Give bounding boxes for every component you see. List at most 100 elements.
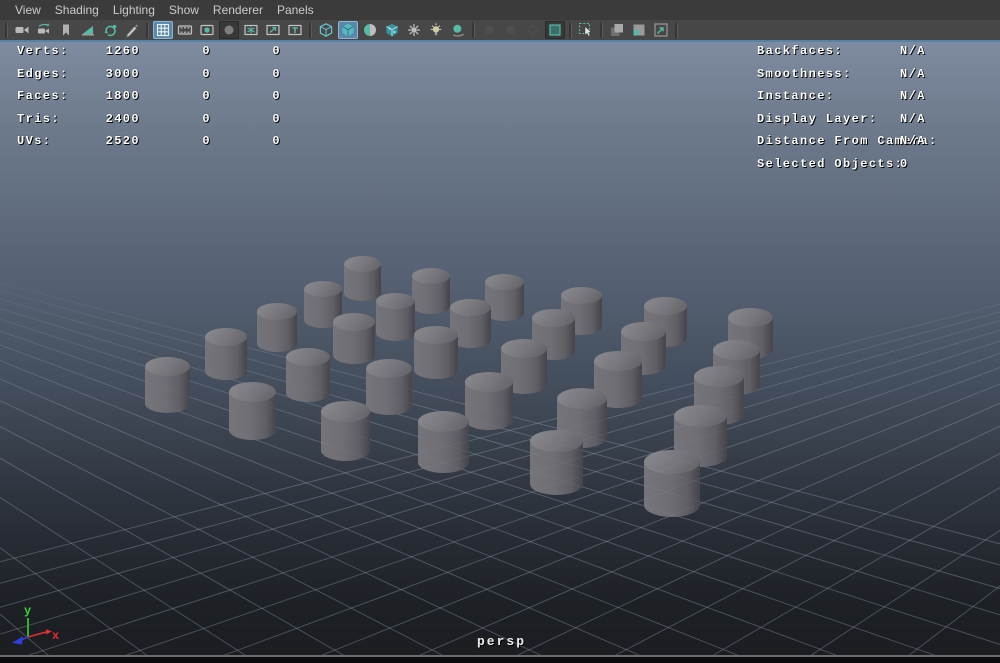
menu-item-panels[interactable]: Panels [270, 3, 321, 17]
cylinder-cap [366, 359, 412, 378]
cylinder-cap [343, 256, 381, 272]
safe-action-icon[interactable] [263, 21, 283, 39]
hud-row: Edges: 3000 0 0 [17, 67, 281, 90]
hud-stat-label: Faces: [17, 89, 69, 104]
cylinder-object[interactable] [375, 293, 415, 342]
camera-name-label: persp [477, 634, 527, 649]
cylinder-object[interactable] [228, 382, 276, 441]
window-bottom-edge [0, 657, 1000, 663]
toolbar-separator [309, 22, 312, 38]
hud-detail-label: Backfaces: [757, 44, 844, 58]
pan-zoom-icon[interactable] [100, 21, 120, 39]
x-axis-line [27, 631, 47, 638]
cylinder-cap [644, 450, 700, 474]
bookmark-icon[interactable] [56, 21, 76, 39]
film-gate-icon[interactable] [175, 21, 195, 39]
cylinder-cap [484, 274, 524, 290]
shadows-icon[interactable] [448, 21, 468, 39]
grid-toggle-icon[interactable] [153, 21, 173, 39]
toolbar-separator [146, 22, 149, 38]
safe-title-icon[interactable] [285, 21, 305, 39]
cylinder-cap [694, 366, 744, 387]
hud-detail-value: N/A [900, 111, 926, 126]
isolate-unselected-icon[interactable] [607, 21, 627, 39]
toolbar-separator [472, 22, 475, 38]
hud-row: Backfaces: N/A [757, 44, 926, 67]
hud-stat-value: 0 [202, 44, 211, 58]
hud-stat-value: 1800 [105, 89, 140, 104]
toolbar [0, 20, 1000, 42]
cylinder-object[interactable] [465, 372, 513, 431]
hud-stat-value: 0 [202, 66, 211, 81]
hud-row: Faces: 1800 0 0 [17, 89, 281, 112]
cylinder-cap [465, 372, 513, 392]
cylinder-cap [375, 293, 415, 309]
lighting-icon[interactable] [426, 21, 446, 39]
flat-shade-icon[interactable] [360, 21, 380, 39]
cylinder-object[interactable] [144, 357, 190, 414]
cylinder-cap [560, 287, 602, 304]
cylinder-object[interactable] [205, 328, 247, 381]
resolution-gate-icon[interactable] [197, 21, 217, 39]
smooth-shade-icon[interactable] [338, 21, 358, 39]
z-axis-arrow [12, 636, 23, 645]
cylinder-object[interactable] [333, 313, 375, 365]
menu-item-lighting[interactable]: Lighting [106, 3, 162, 17]
textured-icon[interactable] [382, 21, 402, 39]
cylinder-object[interactable] [257, 303, 297, 353]
image-plane-icon[interactable] [78, 21, 98, 39]
hud-row: Tris: 2400 0 0 [17, 112, 281, 135]
video-camera-icon[interactable] [12, 21, 32, 39]
y-axis-label: y [24, 604, 31, 618]
select-tool-icon[interactable] [576, 21, 596, 39]
menu-item-show[interactable]: Show [162, 3, 206, 17]
hud-stat-value: 3000 [105, 66, 140, 81]
cylinder-object[interactable] [286, 348, 330, 403]
hud-row: Instance: N/A [757, 89, 926, 112]
maya-viewport-window: View Shading Lighting Show Renderer Panels [0, 0, 1000, 663]
menu-item-view[interactable]: View [8, 3, 48, 17]
wireframe-icon[interactable] [316, 21, 336, 39]
cylinder-object[interactable] [644, 450, 700, 518]
view-axis-gizmo: y x [12, 604, 59, 645]
camera-attributes-icon[interactable] [34, 21, 54, 39]
zoom-region-icon[interactable] [651, 21, 671, 39]
cylinder-cap [712, 340, 760, 360]
hud-detail-value: N/A [900, 89, 926, 104]
cylinder-cap [620, 322, 666, 341]
hud-stat-value: 0 [202, 134, 211, 149]
renderer-option-icon-2 [501, 21, 521, 39]
x-axis-label: x [52, 629, 59, 643]
cylinder-cap [449, 299, 491, 316]
isolate-selected-icon[interactable] [629, 21, 649, 39]
cylinder-cap [594, 351, 642, 371]
hud-row: Distance From Camera: N/A [757, 134, 936, 157]
cylinder-object[interactable] [412, 268, 450, 315]
gate-mask-icon[interactable] [219, 21, 239, 39]
hud-stat-label: Tris: [17, 111, 61, 126]
cylinder-object[interactable] [414, 326, 458, 380]
hud-stat-value: 1260 [105, 44, 140, 58]
x-axis-arrow [46, 629, 52, 635]
grease-pencil-icon[interactable] [122, 21, 142, 39]
toolbar-separator [5, 22, 8, 38]
viewport-renderer-icon[interactable] [545, 21, 565, 39]
toolbar-separator [675, 22, 678, 38]
menu-item-renderer[interactable]: Renderer [206, 3, 270, 17]
cylinder-cap [228, 382, 276, 402]
hud-detail-value: 0 [900, 156, 909, 171]
cylinder-object[interactable] [529, 430, 583, 496]
hud-detail-value: N/A [900, 66, 926, 81]
hud-detail-label: Display Layer: [757, 111, 878, 126]
cylinder-cap [205, 328, 247, 346]
cylinder-cap [414, 326, 458, 344]
viewport-3d[interactable]: Verts: 1260 0 0 Edges: 3000 0 0 Faces: 1800 0 0 Tris… [0, 42, 1000, 655]
cylinder-object[interactable] [366, 359, 412, 416]
cylinder-object[interactable] [417, 411, 469, 474]
cylinder-object[interactable] [320, 401, 370, 462]
cylinder-cap [673, 405, 727, 427]
field-chart-icon[interactable] [241, 21, 261, 39]
default-material-icon[interactable] [404, 21, 424, 39]
menu-item-shading[interactable]: Shading [48, 3, 106, 17]
hud-row: Selected Objects: 0 [757, 157, 926, 180]
